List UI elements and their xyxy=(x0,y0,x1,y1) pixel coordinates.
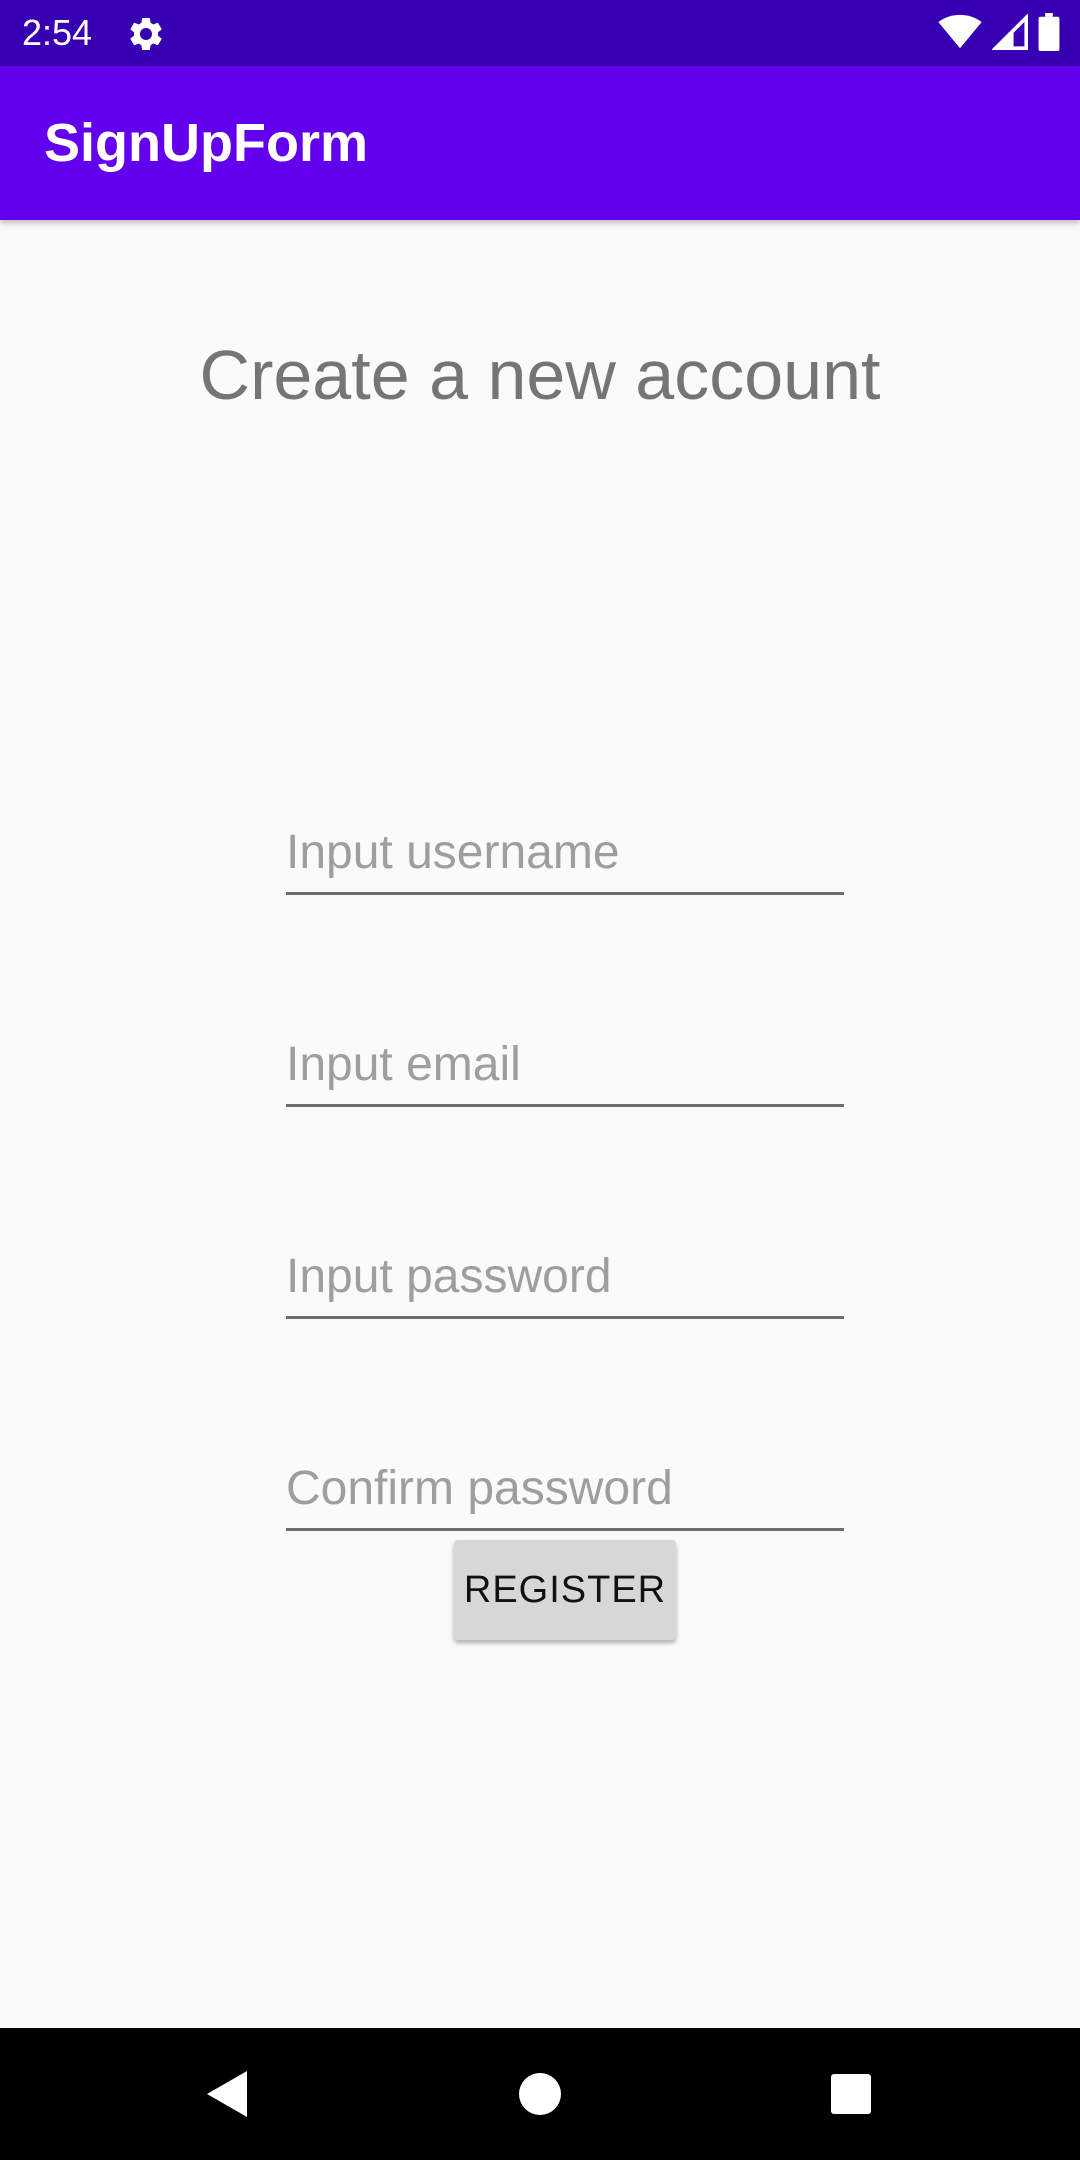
username-field[interactable] xyxy=(286,812,844,895)
navigation-bar xyxy=(0,2028,1080,2160)
settings-icon xyxy=(126,14,166,54)
register-button[interactable]: REGISTER xyxy=(454,1540,676,1640)
home-icon[interactable] xyxy=(504,2058,576,2130)
password-input[interactable] xyxy=(286,1244,844,1308)
confirm-password-field[interactable] xyxy=(286,1448,844,1531)
back-icon[interactable] xyxy=(191,2058,263,2130)
confirm-password-input[interactable] xyxy=(286,1456,844,1520)
username-input[interactable] xyxy=(286,820,844,884)
email-field[interactable] xyxy=(286,1024,844,1107)
app-title: SignUpForm xyxy=(44,113,368,173)
app-bar: SignUpForm xyxy=(0,66,1080,220)
email-input[interactable] xyxy=(286,1032,844,1096)
battery-icon xyxy=(1038,12,1060,56)
password-field[interactable] xyxy=(286,1236,844,1319)
form-heading: Create a new account xyxy=(199,336,881,414)
status-icons xyxy=(938,12,1060,56)
status-time: 2:54 xyxy=(22,12,93,53)
status-bar: 2:54 xyxy=(0,0,1080,66)
recents-icon[interactable] xyxy=(815,2058,887,2130)
signup-form: Create a new account REGISTER xyxy=(0,220,1080,2028)
wifi-icon xyxy=(938,14,982,55)
signal-icon xyxy=(991,12,1028,55)
